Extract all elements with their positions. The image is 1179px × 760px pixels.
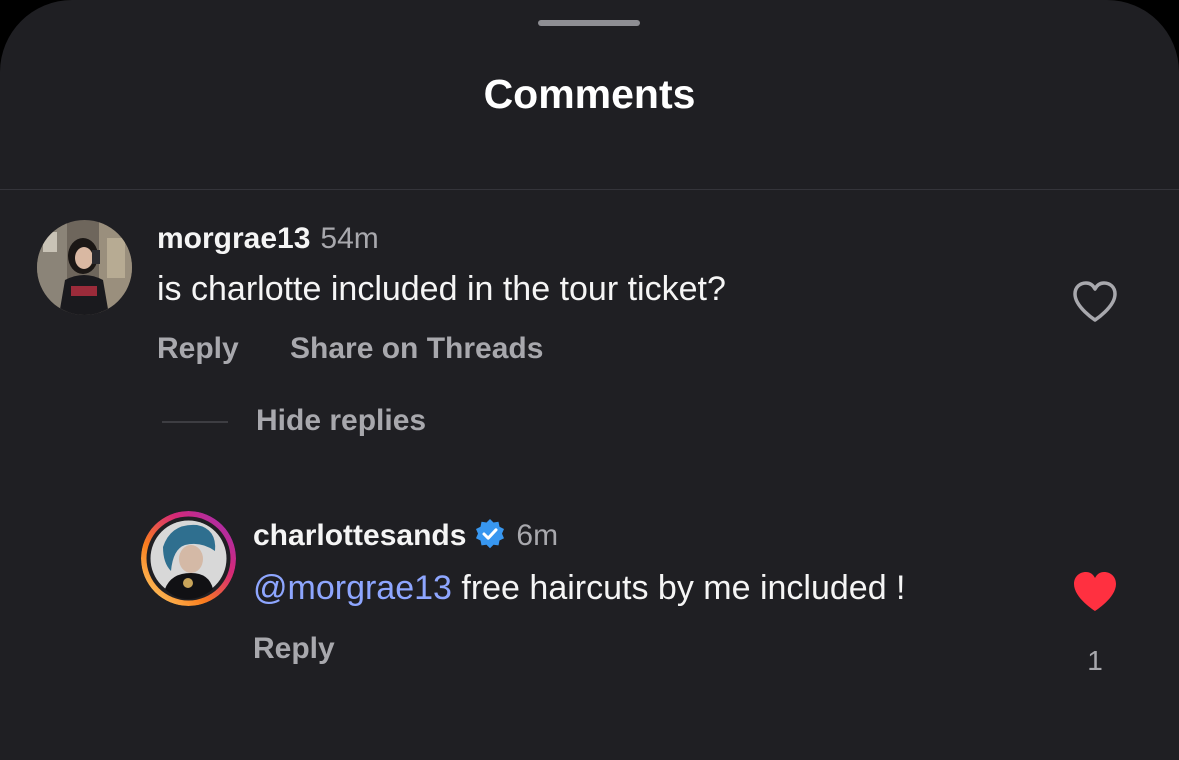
share-on-threads-button[interactable]: Share on Threads xyxy=(290,331,543,367)
avatar[interactable] xyxy=(37,220,132,315)
reply-text: @morgrae13 free haircuts by me included … xyxy=(253,568,906,608)
comment-timestamp: 54m xyxy=(320,222,379,255)
comment-username-text[interactable]: morgrae13 xyxy=(157,222,310,255)
reply-username[interactable]: charlottesands 6m xyxy=(253,518,558,554)
mention-link[interactable]: @morgrae13 xyxy=(253,569,452,607)
avatar-story-ring[interactable] xyxy=(141,511,236,606)
sheet-grabber-handle[interactable] xyxy=(538,20,640,26)
reply-button[interactable]: Reply xyxy=(157,331,239,367)
verified-badge-icon xyxy=(476,519,505,549)
sheet-title: Comments xyxy=(483,71,696,117)
like-count: 1 xyxy=(1087,645,1103,676)
reply-text-body: free haircuts by me included ! xyxy=(451,569,906,607)
reply-username-text[interactable]: charlottesands xyxy=(253,519,466,552)
heart-filled-icon[interactable] xyxy=(1071,570,1119,614)
comment-text: is charlotte included in the tour ticket… xyxy=(157,270,726,308)
reply-timestamp: 6m xyxy=(516,519,559,552)
header-divider xyxy=(0,189,1179,190)
heart-outline-icon[interactable] xyxy=(1071,280,1119,324)
hide-replies-button[interactable]: Hide replies xyxy=(256,403,426,439)
comment-username[interactable]: morgrae13 54m xyxy=(157,221,379,257)
comments-sheet: Comments morgrae13 54m is charlotte inclu… xyxy=(0,0,1179,760)
hide-replies-line xyxy=(162,421,228,423)
reply-button[interactable]: Reply xyxy=(253,631,335,667)
